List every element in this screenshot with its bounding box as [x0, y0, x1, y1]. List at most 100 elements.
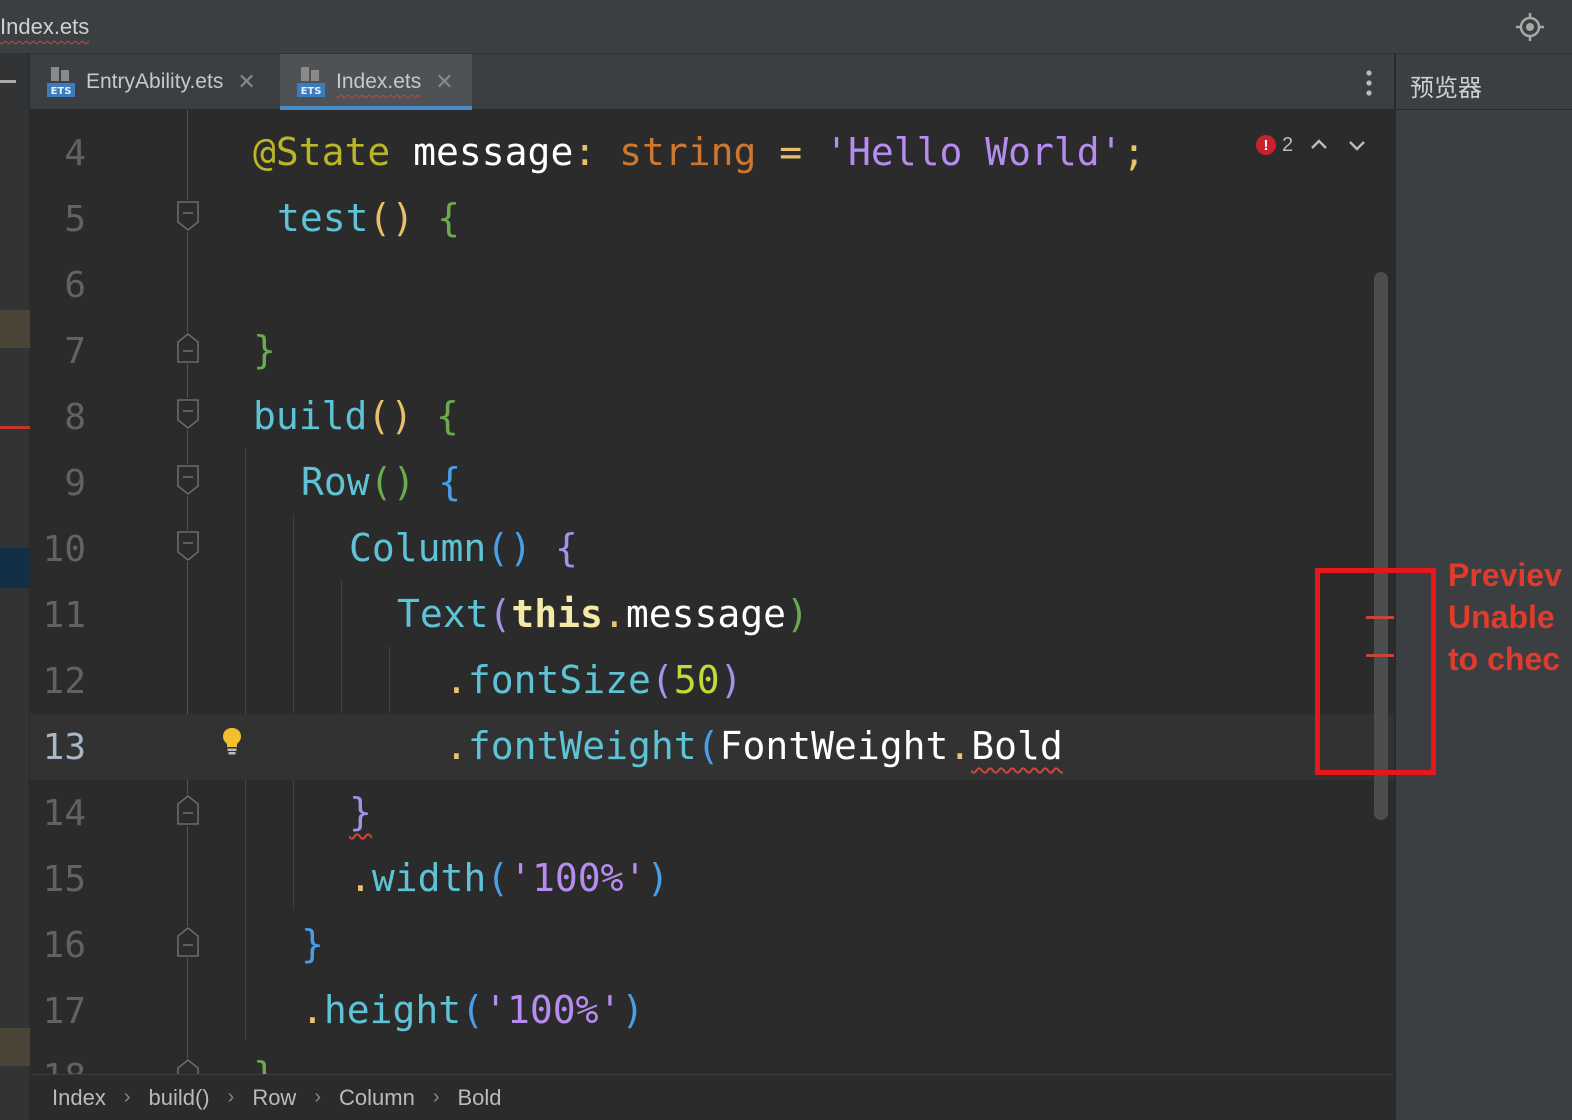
line-number: 18 [30, 1058, 86, 1075]
paren-token: ( [488, 592, 512, 636]
breadcrumb-item[interactable]: Column [339, 1085, 415, 1111]
component-token: Column [349, 526, 487, 570]
line-number: 11 [42, 595, 86, 636]
dot-token: . [301, 988, 324, 1032]
method-name-token: fontSize [467, 658, 651, 702]
line-number: 5 [64, 199, 86, 240]
number-token: 50 [673, 658, 720, 702]
breadcrumb-separator: › [123, 1086, 131, 1108]
fold-marker-icon[interactable] [176, 794, 200, 826]
fold-marker-icon[interactable] [176, 332, 200, 364]
paren-token: () [367, 394, 414, 438]
line-number: 7 [64, 331, 86, 372]
line-number: 16 [42, 925, 86, 966]
fold-marker-icon[interactable] [176, 1058, 200, 1074]
component-token: Text [397, 592, 489, 636]
dot-token: . [602, 592, 626, 636]
collapse-dash-icon[interactable] [0, 80, 16, 83]
breadcrumb-item[interactable]: Row [252, 1085, 296, 1111]
chevron-up-icon[interactable] [1307, 133, 1331, 157]
breadcrumb-item[interactable]: Index [52, 1085, 106, 1111]
code-line[interactable]: 14 } [30, 780, 1394, 846]
equals-token: = [779, 130, 803, 174]
svg-text:ETS: ETS [51, 86, 72, 97]
breadcrumb-item[interactable]: Bold [457, 1085, 501, 1111]
code-line[interactable]: 12 .fontSize(50) [30, 648, 1394, 714]
breadcrumb: Index › build() › Row › Column › Bold [30, 1074, 1394, 1120]
code-line[interactable]: 15 .width('100%') [30, 846, 1394, 912]
tab-entryability[interactable]: ETS EntryAbility.ets ✕ [46, 54, 286, 110]
fold-marker-icon[interactable] [176, 530, 200, 562]
decorator-token: @State [253, 130, 391, 174]
inspection-widget[interactable]: ! 2 [1256, 132, 1369, 158]
method-name-token: fontWeight [467, 724, 697, 768]
line-number: 4 [64, 133, 86, 174]
paren-token: ) [646, 856, 670, 900]
close-tab-icon[interactable]: ✕ [237, 69, 255, 95]
more-vertical-icon[interactable] [1364, 68, 1374, 98]
previewer-title[interactable]: 预览器 [1410, 68, 1482, 103]
code-line[interactable]: 10 Column() { [30, 516, 1394, 582]
component-token: Row [301, 460, 370, 504]
code-line[interactable]: 5 test() { [30, 186, 1394, 252]
code-line-current[interactable]: 13 .fontWeight(FontWeight.Bold [30, 714, 1394, 780]
paren-token: ( [486, 856, 510, 900]
code-line[interactable]: 9 Row() { [30, 450, 1394, 516]
code-editor[interactable]: 4 @State message: string = 'Hello World'… [30, 110, 1394, 1074]
line-number: 13 [42, 727, 86, 768]
code-line[interactable]: 4 @State message: string = 'Hello World'… [30, 120, 1394, 186]
fold-marker-icon[interactable] [176, 926, 200, 958]
brace-token: } [253, 1054, 276, 1074]
error-count: 2 [1282, 133, 1294, 156]
annotation-highlight-box [1315, 568, 1436, 775]
line-number: 8 [64, 397, 86, 438]
code-line[interactable]: 6 [30, 252, 1394, 318]
annotation-line: to chec [1448, 641, 1561, 677]
locate-target-icon[interactable] [1514, 11, 1546, 43]
paren-token: ( [650, 658, 674, 702]
paren-token: ( [696, 724, 720, 768]
method-name-token: test [277, 196, 369, 240]
ets-file-icon: ETS [47, 67, 75, 97]
code-line[interactable]: 7 } [30, 318, 1394, 384]
breadcrumb-separator: › [227, 1086, 235, 1108]
code-line[interactable]: 17 .height('100%') [30, 978, 1394, 1044]
line-number: 6 [64, 265, 86, 306]
brace-token: { [437, 196, 461, 240]
code-line[interactable]: 18 } [30, 1044, 1394, 1074]
error-stripe-marker [0, 426, 30, 429]
line-number: 15 [42, 859, 86, 900]
brace-token: { [554, 526, 578, 570]
enum-token: FontWeight [719, 724, 949, 768]
editor-tab-bar: ETS EntryAbility.ets ✕ ETS Index.ets ✕ [30, 54, 1394, 110]
breadcrumb-item[interactable]: build() [149, 1085, 210, 1111]
string-token: '100%' [509, 856, 647, 900]
code-line[interactable]: 8 build() { [30, 384, 1394, 450]
dot-token: . [349, 856, 372, 900]
string-token: '100%' [484, 988, 622, 1032]
paren-token: () [369, 460, 416, 504]
paren-token: ) [785, 592, 809, 636]
keyword-token: this [511, 592, 603, 636]
title-bar: Index.ets [0, 0, 1572, 54]
method-name-token: build [253, 394, 368, 438]
line-number: 12 [42, 661, 86, 702]
string-token: 'Hello World' [825, 130, 1123, 174]
semicolon-token: ; [1122, 130, 1146, 174]
chevron-down-icon[interactable] [1345, 133, 1369, 157]
lightbulb-icon[interactable] [220, 726, 244, 756]
method-name-token: height [323, 988, 462, 1032]
structure-marker [0, 310, 30, 348]
fold-marker-icon[interactable] [176, 200, 200, 232]
structure-marker [0, 1028, 30, 1066]
method-name-token: width [371, 856, 487, 900]
code-line[interactable]: 16 } [30, 912, 1394, 978]
fold-marker-icon[interactable] [176, 398, 200, 430]
fold-marker-icon[interactable] [176, 464, 200, 496]
annotation-note: Previev Unable to chec [1448, 554, 1572, 684]
code-line[interactable]: 11 Text(this.message) [30, 582, 1394, 648]
close-tab-icon[interactable]: ✕ [435, 69, 453, 95]
window-file-title: Index.ets [0, 14, 90, 39]
tab-index[interactable]: ETS Index.ets ✕ [280, 54, 472, 110]
previewer-header: 预览器 [1395, 54, 1572, 110]
